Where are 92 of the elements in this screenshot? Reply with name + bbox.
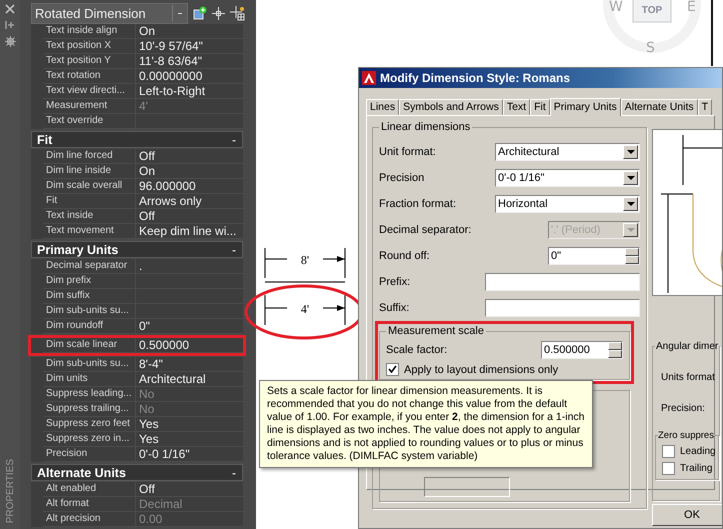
tab[interactable]: Symbols and Arrows	[399, 99, 503, 115]
tab[interactable]: Text	[502, 99, 530, 115]
property-value: 11'-8 63/64"	[136, 54, 243, 69]
property-row[interactable]: Dim suffix	[28, 289, 246, 304]
checkbox[interactable]	[386, 363, 399, 376]
property-label: Alt precision	[43, 512, 136, 527]
property-row[interactable]: Text position Y 11'-8 63/64"	[28, 54, 246, 69]
field-label: Precision:	[661, 403, 706, 414]
dropdown[interactable]: 0'-0 1/16"	[495, 169, 640, 187]
dropdown[interactable]: Architectural	[495, 143, 640, 161]
tooltip: Sets a scale factor for linear dimension measurements. It is recommended that you do not change this value from the default value of 1.00. For example, if you enter 2, the dimension for a 1-inch line is displayed as two inches. The value does not apply to angular dimensions and is not applied to rounding values or to plus or minus tolerance values. (DIMLFAC system variable)	[259, 380, 593, 468]
group-title: Measurement scale	[387, 325, 485, 337]
ok-button[interactable]: OK	[652, 504, 722, 526]
property-row[interactable]: Text view directi... Left-to-Right	[28, 84, 246, 99]
property-row[interactable]: Text inside align On	[28, 24, 246, 39]
crosshair-grid-icon[interactable]	[230, 6, 245, 20]
property-value: Off	[136, 149, 243, 164]
group-title: Angular dimer	[655, 341, 720, 352]
property-row[interactable]: Dim prefix	[28, 274, 246, 289]
field-label: Fraction format:	[379, 198, 458, 210]
section-header[interactable]: Primary Units -	[31, 241, 243, 258]
field-label: Units format	[661, 372, 716, 383]
spin-box[interactable]: 0.500000	[541, 341, 623, 359]
property-value: Arrows only	[136, 194, 243, 209]
object-type-dropdown[interactable]: Rotated Dimension	[31, 2, 188, 24]
property-row[interactable]: Text movement Keep dim line wi...	[28, 224, 246, 239]
section-header[interactable]: Fit -	[31, 131, 243, 148]
property-row[interactable]: Text position X 10'-9 57/64"	[28, 39, 246, 54]
close-icon[interactable]	[5, 4, 15, 14]
field-label: Precision	[379, 172, 426, 184]
spinner-arrows-icon[interactable]	[625, 248, 639, 264]
collapse-toggle[interactable]: -	[232, 242, 236, 256]
property-row[interactable]: Dim roundoff 0"	[28, 319, 246, 334]
section-title: Alternate Units	[37, 466, 126, 480]
field-label: Unit format:	[379, 146, 437, 158]
property-value: 0"	[136, 319, 243, 334]
field-label: Decimal separator:	[379, 224, 472, 236]
field-label: Scale factor:	[386, 344, 448, 356]
property-row[interactable]: Text inside Off	[28, 209, 246, 224]
property-value: Left-to-Right	[136, 84, 243, 99]
property-value: Keep dim line wi...	[136, 224, 243, 239]
property-row[interactable]: Dim line inside On	[28, 164, 246, 179]
palette-title: PROPERTIES	[4, 458, 16, 523]
collapse-toggle[interactable]: -	[232, 132, 236, 146]
property-value: 96.000000	[136, 179, 243, 194]
checkbox-label: Apply to layout dimensions only	[404, 364, 558, 376]
empty-field[interactable]	[424, 477, 510, 497]
viewcube-face[interactable]	[632, 0, 672, 22]
checkbox-label: Leading	[680, 446, 716, 457]
dimension-text: 8'	[300, 253, 310, 267]
group-title: Zero suppres	[658, 430, 714, 441]
property-value: On	[136, 24, 243, 39]
checkbox[interactable]	[662, 445, 675, 458]
window-title: Modify Dimension Style: Romans	[380, 71, 570, 85]
dropdown[interactable]: Horizontal	[495, 195, 640, 213]
property-value: On	[136, 164, 243, 179]
property-row[interactable]: Dim line forced Off	[28, 149, 246, 164]
tab[interactable]: Lines	[366, 99, 400, 115]
pin-icon[interactable]	[5, 20, 15, 30]
property-row[interactable]: Text rotation 0.00000000	[28, 69, 246, 84]
property-value: 4'	[136, 99, 243, 114]
property-value: Off	[136, 209, 243, 224]
property-row[interactable]: Dim sub-units su...	[28, 304, 246, 319]
spinner-arrows-icon[interactable]	[608, 342, 622, 358]
checkbox-label: Trailing	[680, 463, 712, 474]
property-row[interactable]: Fit Arrows only	[28, 194, 246, 209]
text-field[interactable]	[485, 299, 640, 317]
property-row[interactable]: Text override	[28, 114, 246, 129]
dimension-text: 4'	[300, 302, 310, 316]
crosshair-icon[interactable]	[212, 6, 225, 20]
property-value: 0.00000000	[136, 69, 243, 84]
property-value: 10'-9 57/64"	[136, 39, 243, 54]
tab[interactable]: Primary Units	[550, 98, 621, 116]
section-title: Fit	[37, 132, 52, 146]
compass-ring[interactable]	[603, 0, 701, 53]
collapse-toggle[interactable]: -	[232, 466, 236, 480]
field-label: Prefix:	[379, 276, 412, 288]
group-title: Linear dimensions	[380, 121, 472, 133]
tab[interactable]: Alternate Units	[620, 99, 698, 115]
field-label: Round off:	[379, 250, 431, 262]
cube-plus-icon[interactable]	[193, 6, 207, 20]
app-logo-icon	[362, 71, 376, 85]
settings-icon[interactable]	[4, 36, 16, 47]
field-label: Suffix:	[379, 302, 410, 314]
viewcube-label: TOP	[642, 5, 662, 16]
text-field[interactable]	[485, 273, 640, 291]
section-title: Primary Units	[37, 242, 118, 256]
property-row[interactable]: Decimal separator .	[28, 259, 246, 274]
property-row[interactable]: Dim scale overall 96.000000	[28, 179, 246, 194]
tab[interactable]: T	[698, 99, 712, 115]
checkbox[interactable]	[662, 462, 675, 475]
spin-box[interactable]: 0"	[548, 247, 640, 265]
